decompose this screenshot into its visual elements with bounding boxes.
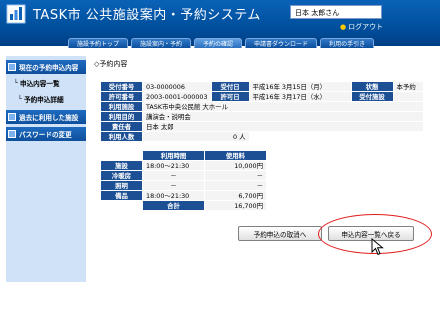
status-value: 本予約 (392, 81, 424, 92)
header-fee: 使用料 (204, 150, 267, 161)
sidebar-item-reservation-detail[interactable]: └ 予約申込詳細 (6, 93, 86, 104)
permit-date-label: 許可日 (210, 91, 250, 102)
sidebar-item-past-facilities[interactable]: 過去に利用した施設 (6, 110, 86, 124)
receipt-no-label: 受付番号 (100, 81, 143, 92)
table-row: 施設 18:00～21:30 10,000円 (100, 160, 267, 171)
purpose-label: 利用目的 (100, 111, 143, 122)
corner-cell (100, 150, 143, 161)
row-fee: 10,000円 (204, 160, 267, 171)
permit-date-value: 平成16年 3月17日（水） (248, 91, 352, 102)
receipt-no-value: 03-0000006 (142, 81, 212, 92)
sidebar-item-label: 現在の予約申込内容 (19, 64, 79, 72)
header-time: 利用時間 (142, 150, 205, 161)
tree-branch-icon: └ (18, 94, 22, 103)
total-row: 合計 16,700円 (100, 200, 267, 211)
sidebar-item-label: 過去に利用した施設 (19, 114, 79, 122)
logout-link[interactable]: ● ログアウト (340, 22, 383, 32)
status-label: 状態 (350, 81, 394, 92)
app-header: TASK市 公共施設案内・予約システム 日本 太郎さん ● ログアウト 施設予約ト… (0, 0, 440, 48)
empty-cell (248, 131, 424, 142)
row-time: 18:00～21:30 (142, 190, 205, 201)
bullet-icon: ● (340, 23, 347, 31)
row-label: 冷暖房 (100, 170, 143, 181)
main-tabs: 施設予約トップ 施設案内・予約 予約の確認 申請書ダウンロード 利用の手引き (68, 38, 375, 48)
tree-branch-icon: └ (14, 78, 18, 87)
reception-facility-label: 受付施設 (350, 91, 394, 102)
responsible-label: 責任者 (100, 121, 143, 132)
sidebar-item-password-change[interactable]: パスワードの変更 (6, 127, 86, 141)
user-name-box: 日本 太郎さん (290, 5, 382, 19)
permit-no-value: 2003-0001-000003 (142, 91, 212, 102)
sidebar-item-label: パスワードの変更 (19, 131, 72, 139)
row-time: 18:00～21:30 (142, 160, 205, 171)
reception-facility-value (392, 91, 424, 102)
table-row: 照明 － － (100, 180, 267, 191)
purpose-value: 講演会・説明会 (142, 111, 424, 122)
receipt-date-value: 平成16年 3月15日（月） (248, 81, 352, 92)
table-row: 冷暖房 － － (100, 170, 267, 181)
document-icon (8, 113, 16, 121)
tab-facility-guide[interactable]: 施設案内・予約 (131, 38, 192, 48)
sidebar-item-label: 予約申込詳細 (23, 95, 64, 104)
document-icon (8, 130, 16, 138)
facility-label: 利用施設 (100, 101, 143, 112)
mouse-cursor-icon (371, 238, 384, 256)
row-time: － (142, 170, 205, 181)
row-fee: 6,700円 (204, 190, 267, 201)
tab-usage-guide[interactable]: 利用の手引き (320, 38, 375, 48)
sidebar-item-application-list[interactable]: └ 申込内容一覧 (6, 77, 86, 88)
row-label: 施設 (100, 160, 143, 171)
tab-form-download[interactable]: 申請書ダウンロード (245, 38, 318, 48)
section-title: ◇予約内容 (94, 60, 128, 68)
tab-reservation-check[interactable]: 予約の確認 (194, 38, 243, 48)
table-row: 備品 18:00～21:30 6,700円 (100, 190, 267, 201)
row-fee: － (204, 170, 267, 181)
reservation-info-table: 受付番号 03-0000006 受付日 平成16年 3月15日（月） 状態 本予… (100, 81, 424, 142)
cost-table: 利用時間 使用料 施設 18:00～21:30 10,000円 冷暖房 － － … (100, 150, 267, 211)
sidebar-item-label: 申込内容一覧 (19, 79, 60, 88)
row-label: 備品 (100, 190, 143, 201)
tab-reservation-top[interactable]: 施設予約トップ (68, 38, 129, 48)
document-icon (8, 63, 16, 71)
logo-icon (6, 4, 26, 24)
row-time: － (142, 180, 205, 191)
total-value: 16,700円 (204, 200, 267, 211)
receipt-date-label: 受付日 (210, 81, 250, 92)
people-value: 0 人 (142, 131, 250, 142)
cancel-reservation-button[interactable]: 予約申込の取消へ (238, 226, 322, 241)
sidebar: 現在の予約申込内容 └ 申込内容一覧 └ 予約申込詳細 過去に利用した施設 パスワー… (6, 56, 86, 282)
permit-no-label: 許可番号 (100, 91, 143, 102)
row-fee: － (204, 180, 267, 191)
logout-label: ログアウト (348, 23, 384, 31)
responsible-value: 日本 太郎 (142, 121, 424, 132)
sidebar-item-current-reservations[interactable]: 現在の予約申込内容 (6, 60, 86, 74)
row-label: 照明 (100, 180, 143, 191)
people-label: 利用人数 (100, 131, 143, 142)
facility-value: TASK市中央公民館 大ホール (142, 101, 424, 112)
empty-cell (100, 200, 143, 211)
app-title: TASK市 公共施設案内・予約システム (33, 8, 261, 23)
total-label: 合計 (142, 200, 205, 211)
